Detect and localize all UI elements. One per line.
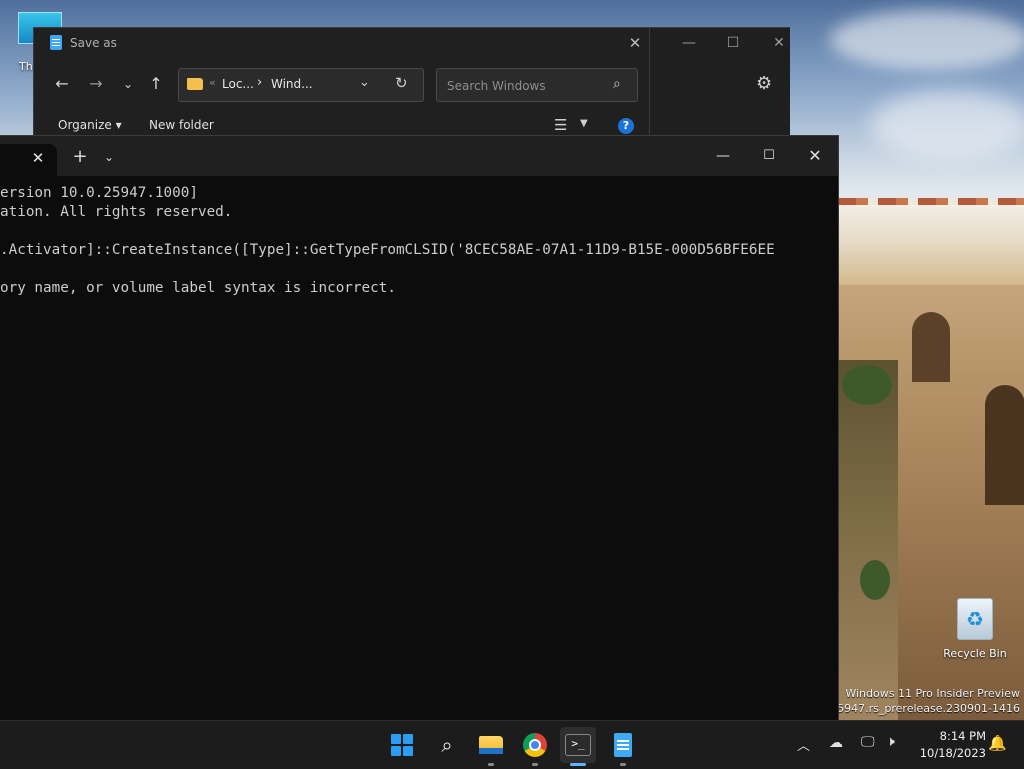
notepad-icon: [50, 35, 62, 50]
taskbar: ⌕ >_ ︿ ☁ 🖵 🕨 8:14 PM 10/18/2023 🔔: [0, 720, 1024, 769]
tab-close-icon[interactable]: ✕: [28, 148, 48, 168]
wallpaper-vegetation: [860, 560, 890, 600]
gear-icon[interactable]: ⚙: [756, 73, 772, 94]
running-indicator: [488, 763, 494, 766]
chrome-button[interactable]: [517, 727, 553, 763]
os-build-watermark: Windows 11 Pro Insider Preview ld 25947.…: [817, 686, 1020, 716]
wallpaper-arch: [912, 312, 950, 382]
terminal-window: ✕ + ⌄ — ☐ ✕ ersion 10.0.25947.1000] atio…: [0, 135, 839, 721]
maximize-icon[interactable]: ☐: [754, 144, 784, 168]
save-as-titlebar[interactable]: Save as ✕: [34, 28, 649, 58]
address-bar[interactable]: « Loc... › Wind... ⌄ ↻: [178, 68, 424, 102]
file-explorer-button[interactable]: [473, 727, 509, 763]
breadcrumb-separator-icon[interactable]: ›: [257, 75, 262, 90]
clock-time[interactable]: 8:14 PM: [924, 729, 986, 743]
recycle-bin-shortcut[interactable]: ♻ Recycle Bin: [940, 598, 1010, 660]
watermark-build: ld 25947.rs_prerelease.230901-1416: [816, 702, 1020, 715]
breadcrumb-windows[interactable]: Wind...: [271, 77, 313, 91]
close-icon[interactable]: ✕: [800, 144, 830, 168]
show-hidden-icons-chevron-icon[interactable]: ︿: [797, 735, 810, 754]
terminal-line: ation. All rights reserved.: [0, 204, 233, 220]
new-tab-icon[interactable]: +: [70, 147, 90, 167]
folder-icon: [187, 78, 203, 90]
maximize-icon[interactable]: ☐: [718, 32, 748, 54]
terminal-line: ersion 10.0.25947.1000]: [0, 185, 198, 201]
windows-logo-icon: [391, 734, 413, 756]
terminal-taskbar-button[interactable]: >_: [560, 727, 596, 763]
forward-arrow-icon[interactable]: →: [84, 72, 108, 96]
minimize-icon[interactable]: —: [708, 144, 738, 168]
this-pc-label: Th: [19, 60, 33, 73]
view-dropdown-chevron-icon[interactable]: ▼: [580, 118, 588, 129]
new-folder-button[interactable]: New folder: [149, 118, 214, 132]
terminal-tab[interactable]: ✕: [0, 144, 57, 176]
recent-locations-chevron-icon[interactable]: ⌄: [116, 72, 140, 96]
search-icon: ⌕: [441, 733, 453, 757]
wallpaper-vegetation: [842, 365, 892, 405]
breadcrumb-local-disk[interactable]: Loc...: [222, 77, 254, 91]
chrome-icon: [523, 733, 547, 757]
onedrive-cloud-icon[interactable]: ☁: [829, 735, 843, 751]
terminal-tab-bar[interactable]: ✕ + ⌄ — ☐ ✕: [0, 136, 838, 176]
watermark-edition: Windows 11 Pro Insider Preview: [845, 687, 1020, 700]
search-icon[interactable]: ⌕: [613, 76, 621, 92]
organize-button[interactable]: Organize ▾: [58, 118, 122, 132]
close-icon[interactable]: ✕: [764, 32, 794, 54]
wallpaper-cloud: [870, 90, 1024, 160]
save-as-title: Save as: [70, 36, 117, 50]
up-arrow-icon[interactable]: ↑: [144, 72, 168, 96]
recycle-bin-label: Recycle Bin: [943, 647, 1007, 660]
terminal-output[interactable]: ersion 10.0.25947.1000] ation. All right…: [0, 181, 838, 721]
start-button[interactable]: [384, 727, 420, 763]
breadcrumb-overflow-icon[interactable]: «: [209, 76, 216, 89]
volume-muted-icon[interactable]: 🕨: [886, 734, 895, 750]
address-dropdown-chevron-icon[interactable]: ⌄: [359, 75, 370, 90]
wallpaper-town: [838, 205, 1024, 285]
view-options-icon[interactable]: ☰: [554, 116, 567, 134]
network-icon[interactable]: 🖵: [861, 734, 875, 750]
tab-dropdown-chevron-icon[interactable]: ⌄: [100, 148, 118, 166]
help-icon[interactable]: ?: [618, 118, 634, 134]
recycle-bin-icon: ♻: [957, 598, 993, 640]
back-arrow-icon[interactable]: ←: [50, 72, 74, 96]
background-window-toolbar: ⚙: [649, 58, 790, 138]
background-window-titlebar: — ☐ ✕: [649, 28, 790, 58]
notepad-icon: [614, 733, 632, 757]
terminal-line: ory name, or volume label syntax is inco…: [0, 280, 396, 296]
taskbar-search-button[interactable]: ⌕: [429, 727, 465, 763]
search-box[interactable]: ⌕: [436, 68, 638, 102]
active-app-indicator: [570, 763, 586, 766]
wallpaper-cloud: [830, 10, 1024, 70]
search-input[interactable]: [445, 76, 609, 96]
notepad-button[interactable]: [605, 727, 641, 763]
wallpaper-arch: [985, 385, 1024, 505]
wallpaper-cliff: [838, 360, 898, 720]
terminal-line: .Activator]::CreateInstance([Type]::GetT…: [0, 242, 775, 258]
file-explorer-icon: [479, 736, 503, 754]
clock-date[interactable]: 10/18/2023: [914, 746, 986, 760]
save-as-dialog: Save as ✕ — ☐ ✕ ← → ⌄ ↑ « Loc... › Wind.…: [33, 27, 790, 139]
minimize-icon[interactable]: —: [674, 32, 704, 54]
running-indicator: [532, 763, 538, 766]
refresh-icon[interactable]: ↻: [395, 74, 408, 92]
terminal-icon: >_: [565, 734, 591, 756]
running-indicator: [620, 763, 626, 766]
notification-bell-icon[interactable]: 🔔: [988, 734, 1007, 752]
save-as-navigation-bar: ← → ⌄ ↑ « Loc... › Wind... ⌄ ↻ ⌕: [34, 64, 649, 104]
save-as-close-button[interactable]: ✕: [622, 32, 648, 54]
